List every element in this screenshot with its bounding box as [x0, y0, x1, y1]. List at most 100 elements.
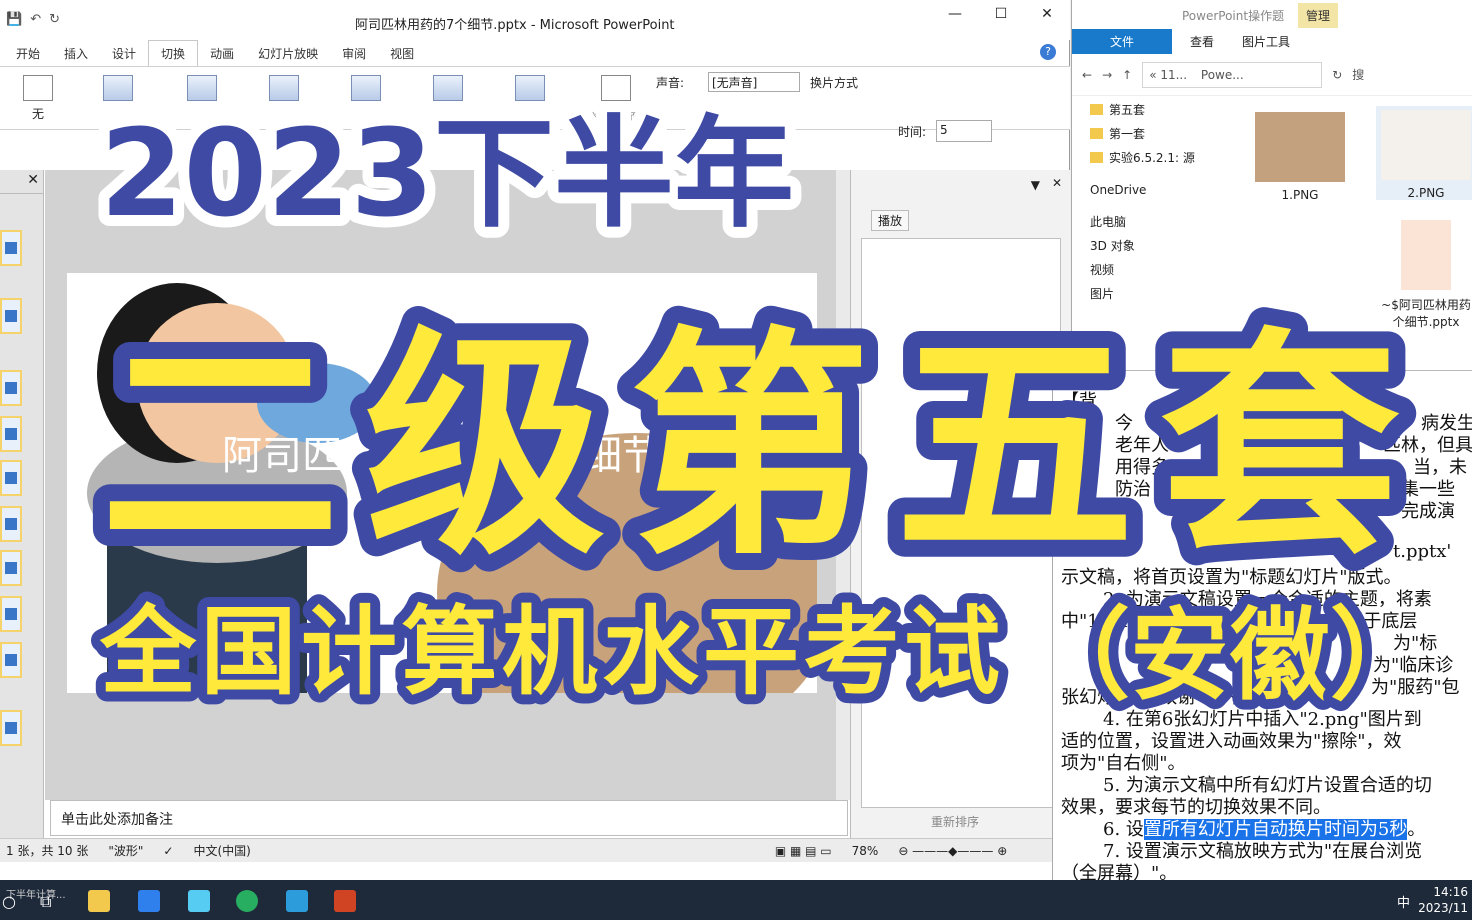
tab-transitions[interactable]: 切换 [148, 39, 199, 67]
quick-access-toolbar: 💾 ↶ ↻ [6, 12, 60, 27]
close-button[interactable]: ✕ [1024, 6, 1070, 22]
tab-manage[interactable]: 管理 [1298, 3, 1339, 28]
search-box[interactable]: 搜 [1352, 66, 1364, 83]
edge-icon[interactable] [236, 890, 258, 912]
transition-fade-button[interactable] [98, 75, 138, 105]
nav-item-onedrive[interactable]: OneDrive [1090, 178, 1250, 202]
effect-options-label: 效果选项 [590, 111, 639, 125]
effect-options-button[interactable] [596, 75, 636, 105]
file-explorer-icon[interactable] [88, 890, 110, 912]
redo-icon[interactable]: ↻ [49, 12, 60, 27]
file-item[interactable]: ~$阿司匹林用药 个细节.pptx [1376, 220, 1472, 330]
slide-thumbnail[interactable] [0, 550, 22, 586]
app-icon[interactable] [286, 890, 308, 912]
nav-item[interactable]: 实验6.5.2.1: 源 [1090, 146, 1250, 170]
doc-fragment: 为"服药"包 [1371, 677, 1460, 698]
tab-slideshow[interactable]: 幻灯片放映 [246, 41, 330, 66]
sound-select[interactable]: [无声音] [708, 72, 800, 92]
zoom-slider[interactable]: ⊖ ———◆——— ⊕ [898, 844, 1007, 858]
search-icon[interactable]: ○ [2, 892, 16, 911]
slide-thumbnail[interactable] [0, 710, 22, 746]
slide-thumbnail[interactable] [0, 596, 22, 632]
slide-thumbnail[interactable] [0, 506, 22, 542]
maximize-button[interactable]: ☐ [978, 6, 1024, 22]
sound-label: 声音: [656, 76, 685, 90]
clock[interactable]: 14:16 2023/11 [1418, 884, 1468, 916]
notes-pane[interactable]: 单击此处添加备注 [50, 800, 848, 836]
zoom-level[interactable]: 78% [852, 844, 879, 858]
tab-home[interactable]: 开始 [4, 41, 52, 66]
slide-thumbnail[interactable] [0, 642, 22, 678]
save-icon[interactable]: 💾 [6, 12, 22, 27]
clock-date: 2023/11 [1418, 901, 1468, 915]
transitions-ribbon: 无 效果选项 声音: [无声音] 换片方式 时间: 5 [0, 66, 1070, 142]
slide-thumbnail[interactable] [0, 298, 22, 334]
word-document: 【背 今 老年人 用得多 防治 示文稿，将首页设置为"标题幻灯片"版式。 2. … [1052, 370, 1472, 880]
nav-item-this-pc[interactable]: 此电脑 [1090, 210, 1250, 234]
file-name: 2.PNG [1407, 186, 1445, 200]
file-item-selected[interactable]: 2.PNG [1376, 106, 1472, 200]
transition-icon [351, 75, 381, 101]
mail-icon[interactable] [188, 890, 210, 912]
slide-editor: 阿司匹林 细节 [45, 170, 850, 800]
tab-review[interactable]: 审阅 [330, 41, 378, 66]
transition-split-button[interactable] [346, 75, 386, 105]
close-pane-icon[interactable]: ✕ [1052, 176, 1062, 190]
tab-insert[interactable]: 插入 [52, 41, 100, 66]
help-icon[interactable]: ? [1040, 44, 1056, 60]
slide-thumbnail[interactable] [0, 416, 22, 452]
transition-push-button[interactable] [182, 75, 222, 105]
nav-item-videos[interactable]: 视频 [1090, 258, 1250, 282]
slide-canvas[interactable]: 阿司匹林 细节 [67, 273, 817, 693]
transition-reveal-button[interactable] [428, 75, 468, 105]
view-buttons[interactable]: ▣ ▦ ▤ ▭ [775, 844, 832, 858]
tab-picture-tools[interactable]: 图片工具 [1228, 29, 1304, 54]
tab-design[interactable]: 设计 [100, 41, 148, 66]
transition-icon [269, 75, 299, 101]
advance-slide-label: 换片方式 [810, 76, 859, 90]
spellcheck-icon[interactable]: ✓ [163, 844, 173, 858]
tab-view[interactable]: 视图 [378, 41, 426, 66]
animation-list[interactable] [861, 238, 1061, 808]
explorer-titlebar: PowerPoint操作题 管理 [1072, 0, 1472, 28]
file-thumbnail [1381, 110, 1471, 180]
forward-icon[interactable]: → [1102, 68, 1112, 82]
window-title: 阿司匹林用药的7个细节.pptx - Microsoft PowerPoint [355, 18, 675, 33]
slide-title[interactable]: 阿司匹林 细节 [222, 423, 662, 481]
tab-view[interactable]: 查看 [1176, 29, 1228, 54]
nav-item[interactable]: 第一套 [1090, 122, 1250, 146]
ribbon-tabs: 开始 插入 设计 切换 动画 幻灯片放映 审阅 视图 ? [0, 39, 1070, 67]
tab-animations[interactable]: 动画 [198, 41, 246, 66]
task-view-icon[interactable]: ⧉ [40, 892, 51, 912]
minimize-button[interactable]: — [932, 6, 978, 22]
close-pane-icon[interactable]: ✕ [27, 172, 39, 188]
advance-time-input[interactable]: 5 [936, 120, 992, 142]
play-button[interactable]: 播放 [871, 210, 910, 231]
refresh-icon[interactable]: ↻ [1332, 68, 1342, 82]
file-explorer-window: PowerPoint操作题 管理 文件 主页 共享 查看 图片工具 ← → ↑ … [1071, 0, 1472, 370]
transition-none-button[interactable]: 无 [18, 75, 58, 122]
editor-scrollbar[interactable] [836, 170, 850, 800]
powerpoint-icon[interactable] [334, 890, 356, 912]
status-bar: 1 张，共 10 张 "波形" ✓ 中文(中国) ▣ ▦ ▤ ▭ 78% ⊖ —… [0, 838, 1070, 862]
up-icon[interactable]: ↑ [1122, 68, 1132, 82]
pane-menu-icon[interactable]: ▼ [1031, 178, 1040, 192]
slide-thumbnail[interactable] [0, 460, 22, 496]
slide-thumbnail[interactable] [0, 370, 22, 406]
file-item[interactable]: 1.PNG [1250, 112, 1350, 202]
undo-icon[interactable]: ↶ [30, 12, 41, 27]
back-icon[interactable]: ← [1082, 68, 1092, 82]
store-icon[interactable] [138, 890, 160, 912]
nav-item[interactable]: 第五套 [1090, 98, 1250, 122]
nav-item-3d[interactable]: 3D 对象 [1090, 234, 1250, 258]
transition-shape-button[interactable] [510, 75, 550, 105]
taskbar: 下半年计算... ○ ⧉ 中 14:16 2023/11 [0, 880, 1472, 920]
file-thumbnail [1255, 112, 1345, 182]
address-bar[interactable]: « 11... Powe... [1142, 61, 1323, 88]
transition-wipe-button[interactable] [264, 75, 304, 105]
ime-indicator[interactable]: 中 [1397, 892, 1410, 911]
nav-item-pictures[interactable]: 图片 [1090, 282, 1250, 306]
file-name: 1.PNG [1281, 188, 1319, 202]
tab-file[interactable]: 文件 [1072, 28, 1172, 54]
slide-thumbnail[interactable] [0, 230, 22, 266]
